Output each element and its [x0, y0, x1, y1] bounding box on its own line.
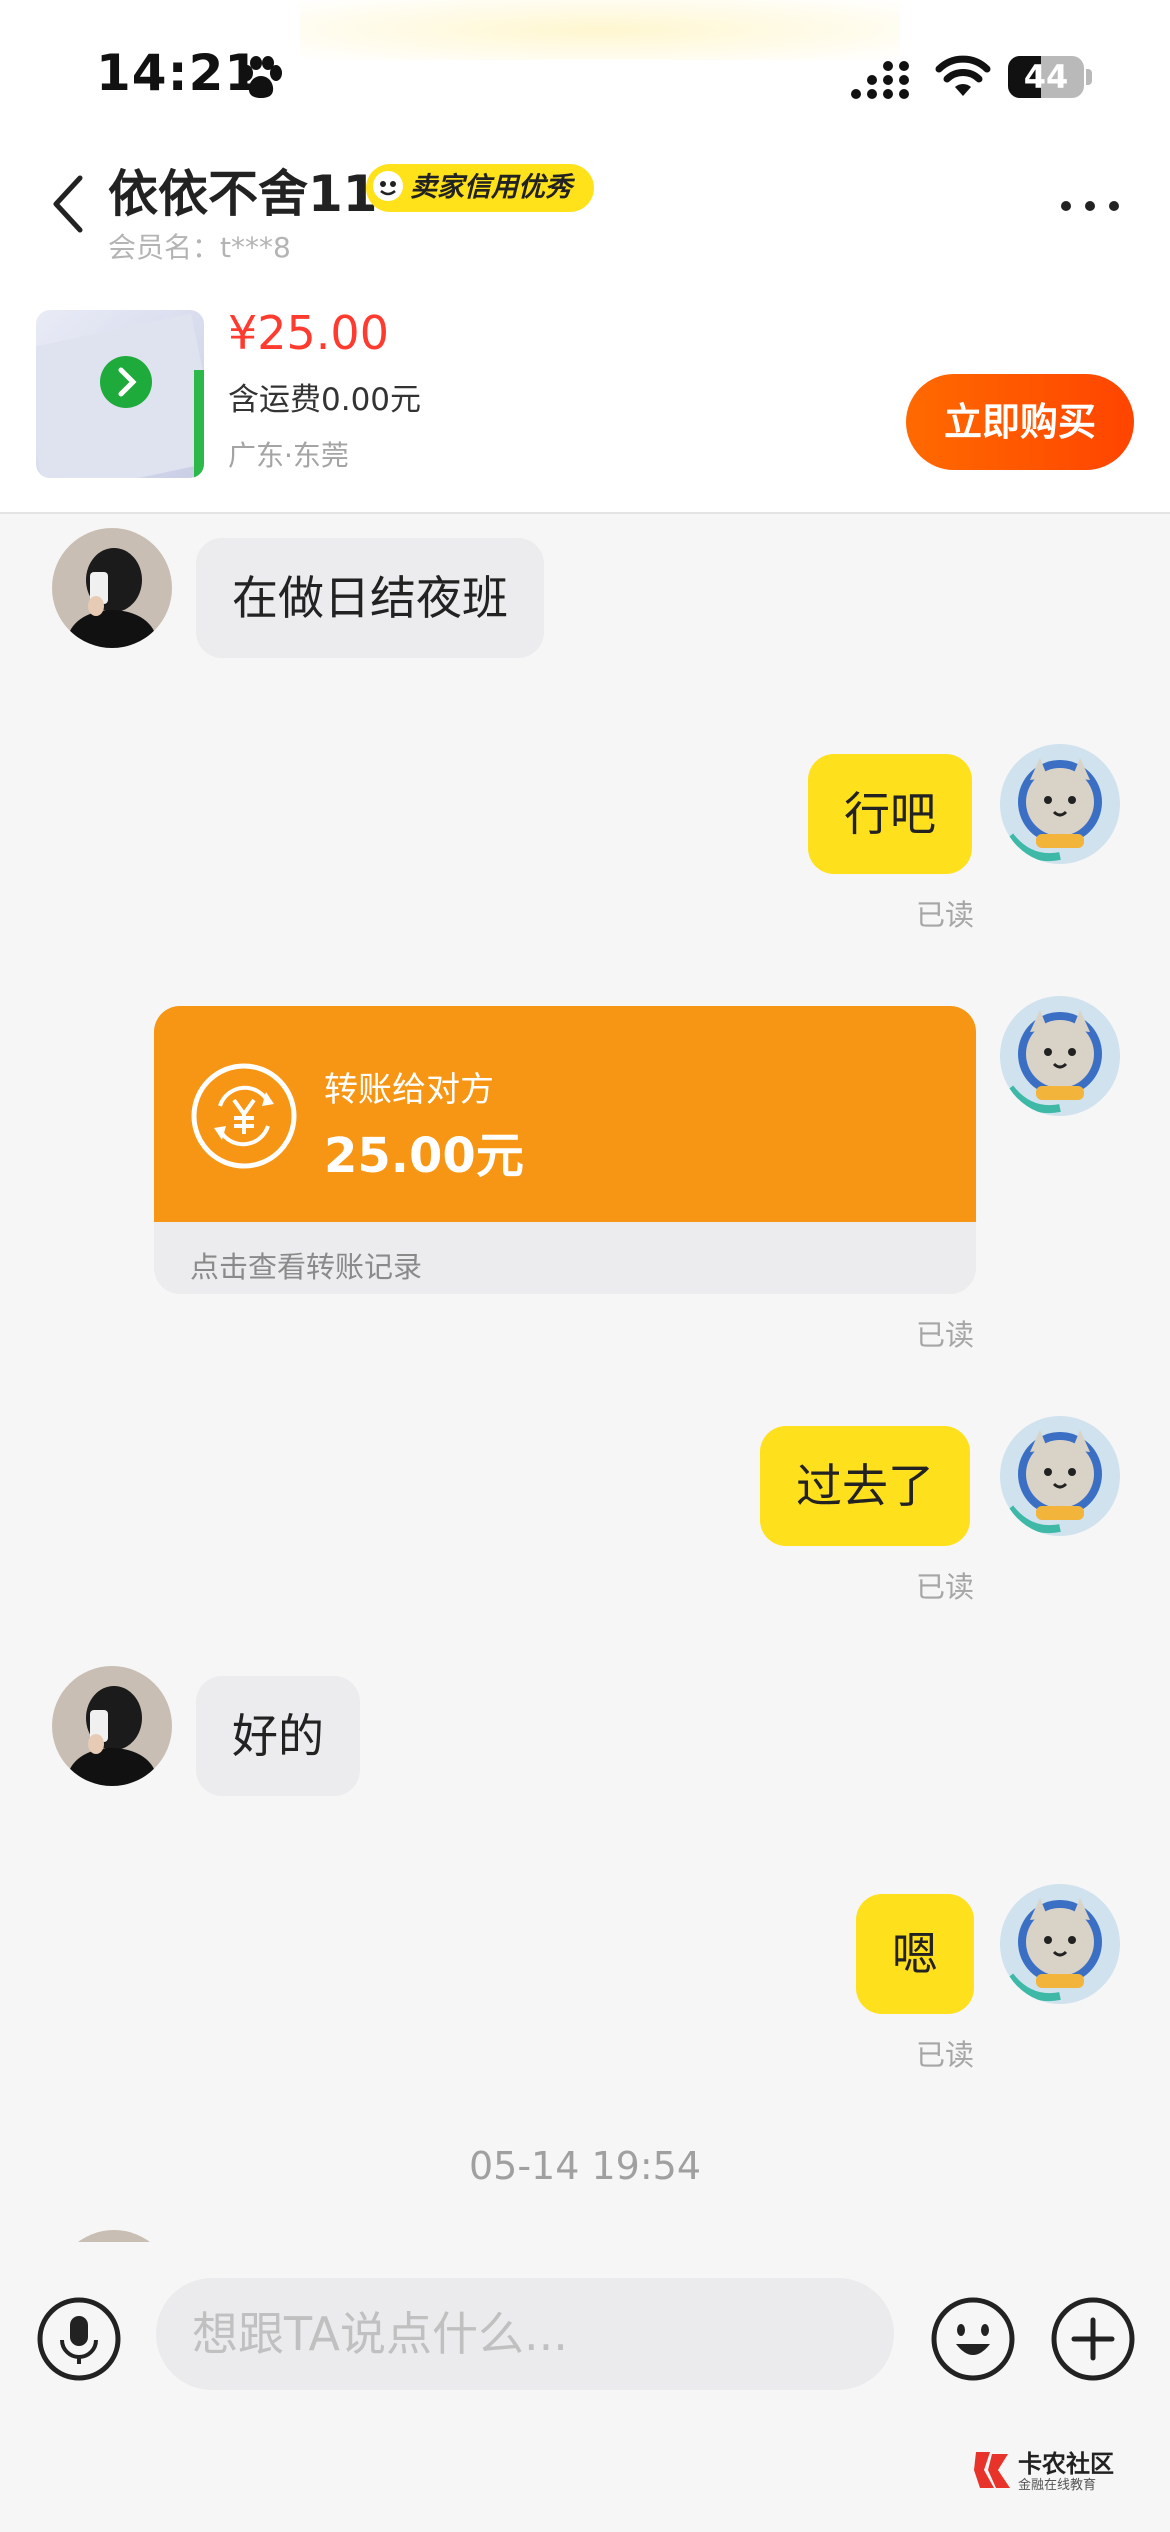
add-more-icon[interactable] [1050, 2296, 1136, 2382]
status-bar: 14:21 44 [0, 0, 1170, 150]
watermark: 卡农社区 金融在线教育 [970, 2444, 1160, 2498]
buy-now-button[interactable]: 立即购买 [906, 374, 1134, 470]
shipping-info: 含运费0.00元 [228, 382, 422, 418]
partner-avatar-image [52, 528, 172, 648]
cat-avatar-icon [1000, 996, 1120, 1116]
transfer-card[interactable]: 转账给对方 25.00元 点击查看转账记录 [154, 1006, 976, 1294]
message-timestamp: 05-14 19:54 [468, 2144, 701, 2188]
partner-avatar[interactable] [52, 1666, 172, 1786]
message-input[interactable] [156, 2278, 894, 2390]
voice-input-icon[interactable] [36, 2296, 122, 2382]
yuan-transfer-icon [191, 1063, 297, 1169]
read-receipt: 已读 [916, 1318, 975, 1352]
message-bubble-right[interactable]: 行吧 [808, 754, 972, 874]
paw-icon [241, 56, 282, 98]
transfer-title: 转账给对方 [324, 1070, 494, 1110]
cat-avatar-icon [1000, 1884, 1120, 2004]
product-price: ¥25.00 [228, 306, 389, 360]
emoji-icon[interactable] [930, 2296, 1016, 2382]
partner-avatar-image [52, 1666, 172, 1786]
watermark-subtitle: 金融在线教育 [1018, 2478, 1097, 2493]
my-avatar[interactable] [1000, 996, 1120, 1116]
kanong-logo-icon [974, 2452, 1010, 2488]
message-bubble-left[interactable]: 好的 [196, 1676, 360, 1796]
transfer-amount: 25.00元 [324, 1128, 524, 1184]
my-avatar[interactable] [1000, 1884, 1120, 2004]
my-avatar[interactable] [1000, 1416, 1120, 1536]
read-receipt: 已读 [916, 1570, 975, 1604]
message-bubble-left[interactable]: 在做日结夜班 [196, 538, 544, 658]
smiley-badge-icon [373, 171, 403, 201]
read-receipt: 已读 [916, 2038, 975, 2072]
status-time: 14:21 [96, 44, 261, 102]
cellular-signal-icon [851, 61, 909, 99]
product-thumbnail[interactable] [36, 310, 204, 478]
header-divider [0, 512, 1170, 514]
wifi-icon [935, 55, 991, 96]
partner-avatar[interactable] [52, 528, 172, 648]
message-bubble-right[interactable]: 嗯 [856, 1894, 974, 2014]
product-image-icon [36, 313, 204, 478]
battery-level: 44 [1023, 58, 1069, 96]
cat-avatar-icon [1000, 1416, 1120, 1536]
more-options-icon[interactable] [1058, 196, 1122, 216]
cat-avatar-icon [1000, 744, 1120, 864]
member-name: 会员名：t***8 [108, 231, 291, 264]
transfer-record-link[interactable]: 点击查看转账记录 [190, 1244, 422, 1286]
my-avatar[interactable] [1000, 744, 1120, 864]
back-arrow-icon[interactable] [46, 172, 90, 236]
product-location: 广东·东莞 [228, 439, 349, 472]
read-receipt: 已读 [916, 898, 975, 932]
message-bubble-right[interactable]: 过去了 [760, 1426, 970, 1546]
chat-partner-name: 依依不舍11 [108, 165, 378, 223]
battery-indicator: 44 [1008, 56, 1092, 98]
